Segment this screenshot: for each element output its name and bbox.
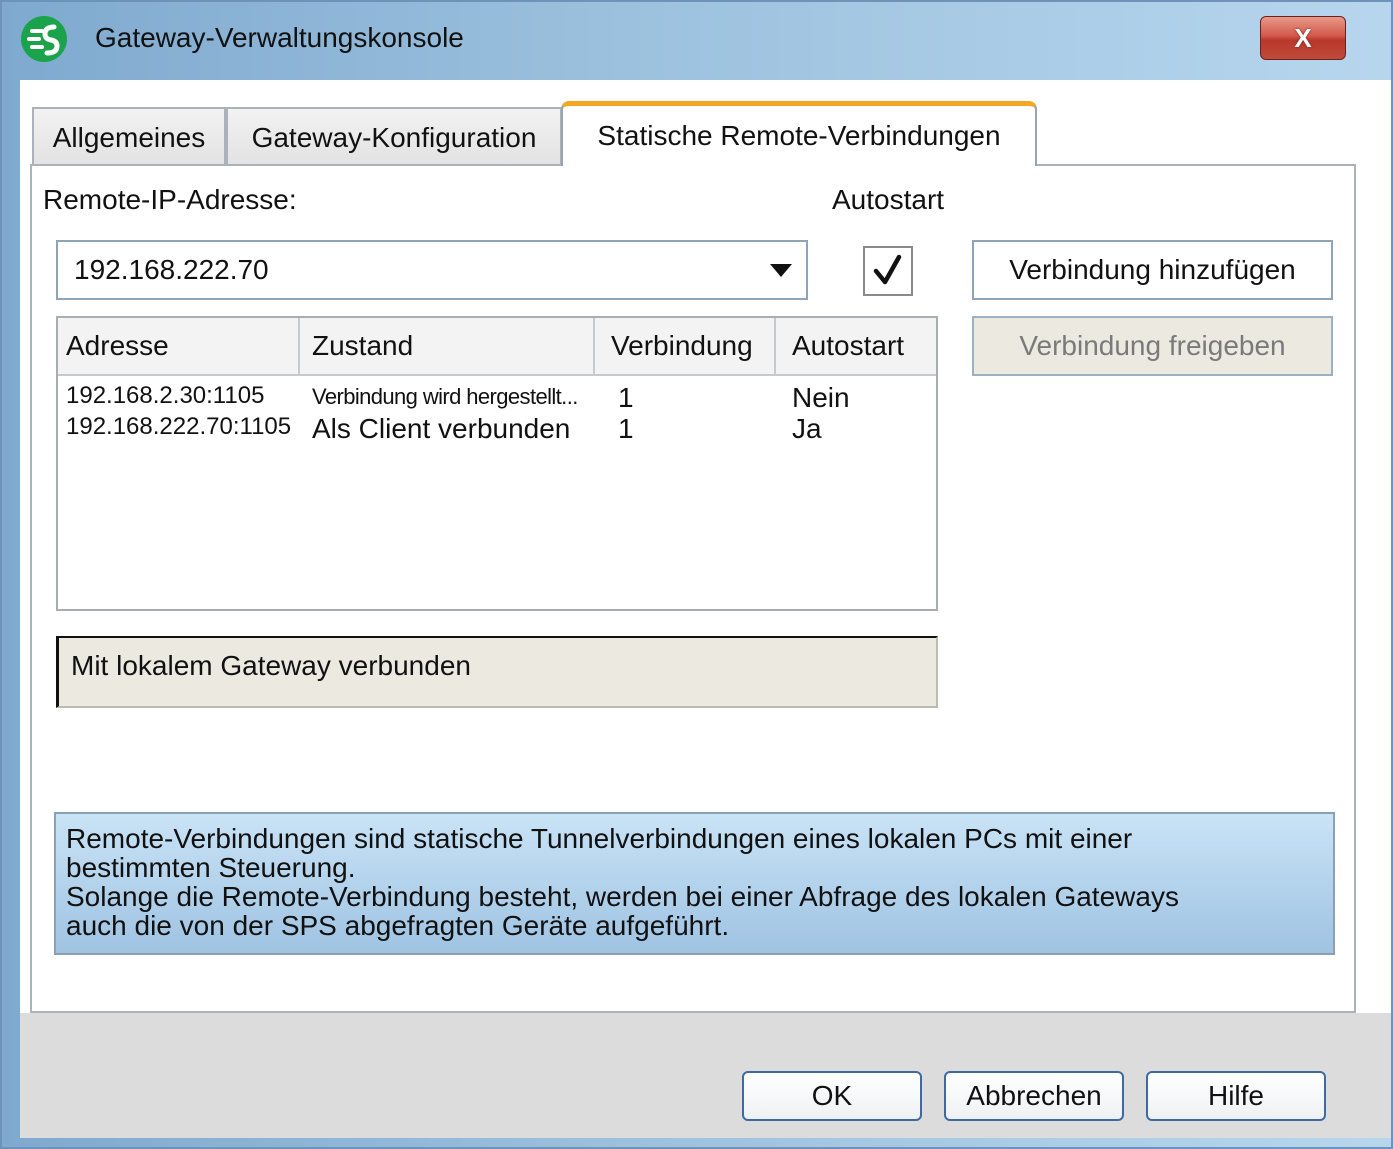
help-button[interactable]: Hilfe bbox=[1146, 1071, 1326, 1121]
cell-autostart: Nein bbox=[792, 382, 850, 413]
checkmark-icon bbox=[873, 254, 902, 285]
cell-connection: 1 bbox=[618, 413, 634, 444]
release-connection-button[interactable]: Verbindung freigeben bbox=[972, 316, 1333, 376]
title-bar[interactable]: Gateway-Verwaltungskonsole X bbox=[2, 2, 1391, 80]
info-line: auch die von der SPS abgefragten Geräte … bbox=[66, 910, 730, 941]
autostart-checkbox[interactable] bbox=[863, 246, 913, 296]
status-text: Mit lokalem Gateway verbunden bbox=[71, 650, 471, 681]
cell-state: Als Client verbunden bbox=[312, 413, 571, 444]
column-header-autostart[interactable]: Autostart bbox=[776, 318, 936, 374]
tab-gateway-konfiguration[interactable]: Gateway-Konfiguration bbox=[226, 107, 562, 166]
column-header-zustand[interactable]: Zustand bbox=[300, 318, 595, 374]
list-header: Adresse Zustand Verbindung Autostart bbox=[58, 318, 936, 376]
tab-allgemeines[interactable]: Allgemeines bbox=[32, 107, 226, 166]
dialog-button-bar: OK Abbrechen Hilfe bbox=[20, 1013, 1391, 1138]
info-line: Solange die Remote-Verbindung besteht, w… bbox=[66, 881, 1179, 912]
window-title: Gateway-Verwaltungskonsole bbox=[95, 22, 464, 53]
connections-list[interactable]: Adresse Zustand Verbindung Autostart 192… bbox=[56, 316, 938, 611]
chevron-down-icon[interactable] bbox=[770, 264, 792, 277]
tab-label: Gateway-Konfiguration bbox=[251, 121, 537, 153]
close-button[interactable]: X bbox=[1260, 16, 1346, 60]
autostart-label: Autostart bbox=[832, 184, 945, 215]
close-icon: X bbox=[1294, 22, 1312, 53]
dialog-client-area: Allgemeines Gateway-Konfiguration Statis… bbox=[20, 80, 1391, 1138]
cell-autostart: Ja bbox=[792, 413, 822, 444]
cell-connection: 1 bbox=[618, 382, 634, 413]
status-field: Mit lokalem Gateway verbunden bbox=[56, 636, 938, 708]
dialog-window: Gateway-Verwaltungskonsole X Allgemeines… bbox=[0, 0, 1393, 1149]
info-box: Remote-Verbindungen sind statische Tunne… bbox=[54, 812, 1335, 955]
remote-ip-value: 192.168.222.70 bbox=[74, 254, 269, 285]
tab-label: Statische Remote-Verbindungen bbox=[597, 120, 1001, 151]
ok-button[interactable]: OK bbox=[742, 1071, 922, 1121]
cell-address: 192.168.2.30:1105 bbox=[66, 382, 265, 409]
cell-state: Verbindung wird hergestellt... bbox=[312, 384, 578, 409]
remote-ip-label: Remote-IP-Adresse: bbox=[43, 184, 297, 215]
tab-label: Allgemeines bbox=[52, 121, 206, 153]
remote-ip-combobox[interactable]: 192.168.222.70 bbox=[56, 240, 808, 300]
column-header-verbindung[interactable]: Verbindung bbox=[595, 318, 776, 374]
cancel-button[interactable]: Abbrechen bbox=[944, 1071, 1124, 1121]
cell-address: 192.168.222.70:1105 bbox=[66, 413, 292, 440]
column-header-adresse[interactable]: Adresse bbox=[58, 318, 300, 374]
info-line: bestimmten Steuerung. bbox=[66, 852, 356, 883]
add-connection-button[interactable]: Verbindung hinzufügen bbox=[972, 240, 1333, 300]
tab-statische-remote-verbindungen[interactable]: Statische Remote-Verbindungen bbox=[561, 101, 1037, 166]
app-logo-icon bbox=[21, 16, 67, 62]
info-line: Remote-Verbindungen sind statische Tunne… bbox=[66, 823, 1133, 854]
tab-panel-remote-connections: Remote-IP-Adresse: Autostart 192.168.222… bbox=[30, 164, 1356, 1013]
